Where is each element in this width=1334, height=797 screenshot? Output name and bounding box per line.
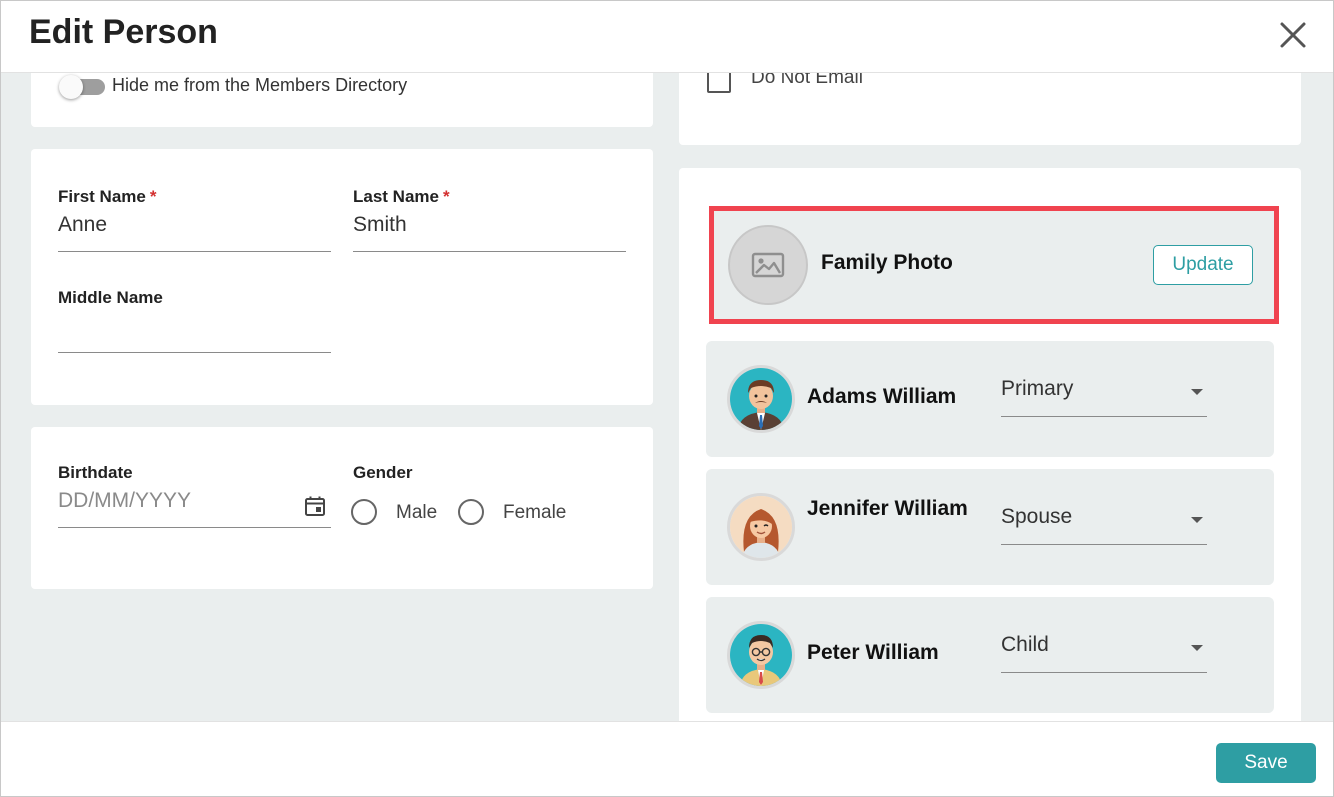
image-icon	[751, 252, 785, 278]
member-role-value: Spouse	[1001, 505, 1073, 528]
first-name-label-text: First Name	[58, 187, 146, 206]
name-card: First Name * Anne Last Name * Smith Middle…	[31, 149, 653, 405]
birthdate-input[interactable]: DD/MM/YYYY	[58, 489, 191, 513]
member-avatar[interactable]	[727, 493, 795, 561]
middle-name-underline	[58, 352, 331, 353]
last-name-label: Last Name *	[353, 187, 450, 207]
save-button[interactable]: Save	[1216, 743, 1316, 783]
middle-name-input[interactable]	[58, 313, 331, 349]
gender-male-radio[interactable]	[351, 499, 377, 525]
chevron-down-icon	[1191, 517, 1203, 523]
birthdate-gender-card: Birthdate DD/MM/YYYY Gender Male Female	[31, 427, 653, 589]
update-photo-button[interactable]: Update	[1153, 245, 1253, 285]
middle-name-label: Middle Name	[58, 288, 163, 307]
birthdate-underline	[58, 527, 331, 528]
gender-female-radio[interactable]	[458, 499, 484, 525]
last-name-label-text: Last Name	[353, 187, 439, 206]
dialog-footer: Save	[1, 721, 1333, 796]
required-mark: *	[442, 187, 450, 206]
last-name-underline	[353, 251, 626, 252]
member-role-select[interactable]: Primary	[1001, 367, 1207, 417]
do-not-email-label: Do Not Email	[751, 73, 863, 88]
family-photo-placeholder[interactable]	[728, 225, 808, 305]
family-member-row: Jennifer William Spouse	[706, 469, 1274, 585]
calendar-icon[interactable]	[304, 495, 326, 517]
first-name-input[interactable]: Anne	[58, 213, 107, 237]
member-avatar[interactable]	[727, 365, 795, 433]
member-role-select[interactable]: Child	[1001, 623, 1207, 673]
toggle-knob	[59, 75, 83, 99]
dialog-body[interactable]: Hide me from the Members Directory First…	[1, 73, 1333, 721]
family-member-row: Adams William Primary	[706, 341, 1274, 457]
dialog-header: Edit Person	[1, 1, 1333, 73]
chevron-down-icon	[1191, 645, 1203, 651]
contact-preferences-card: Do Not Email	[679, 73, 1301, 145]
required-mark: *	[149, 187, 157, 206]
privacy-card: Hide me from the Members Directory	[31, 73, 653, 127]
family-member-row: Peter William Child	[706, 597, 1274, 713]
first-name-label: First Name *	[58, 187, 157, 207]
family-card: Family Photo Update Adams William Primar…	[679, 168, 1301, 721]
gender-label: Gender	[353, 463, 413, 482]
chevron-down-icon	[1191, 389, 1203, 395]
gender-female-label: Female	[503, 502, 567, 523]
member-role-select[interactable]: Spouse	[1001, 495, 1207, 545]
family-photo-section: Family Photo Update	[709, 206, 1279, 324]
member-name: Peter William	[807, 641, 939, 664]
gender-male-label: Male	[396, 502, 438, 523]
birthdate-label: Birthdate	[58, 463, 133, 482]
member-role-value: Child	[1001, 633, 1049, 656]
first-name-underline	[58, 251, 331, 252]
close-icon[interactable]	[1273, 15, 1313, 55]
member-role-value: Primary	[1001, 377, 1074, 400]
do-not-email-checkbox[interactable]	[707, 73, 731, 93]
family-photo-title: Family Photo	[821, 251, 953, 274]
edit-person-dialog: Edit Person Hide me from the Members Dir…	[0, 0, 1334, 797]
member-name: Adams William	[807, 385, 957, 408]
dialog-title: Edit Person	[29, 13, 218, 51]
hide-directory-label: Hide me from the Members Directory	[112, 75, 408, 95]
hide-directory-toggle[interactable]	[59, 75, 107, 99]
member-name: Jennifer William	[807, 497, 968, 520]
member-avatar[interactable]	[727, 621, 795, 689]
last-name-input[interactable]: Smith	[353, 213, 407, 237]
